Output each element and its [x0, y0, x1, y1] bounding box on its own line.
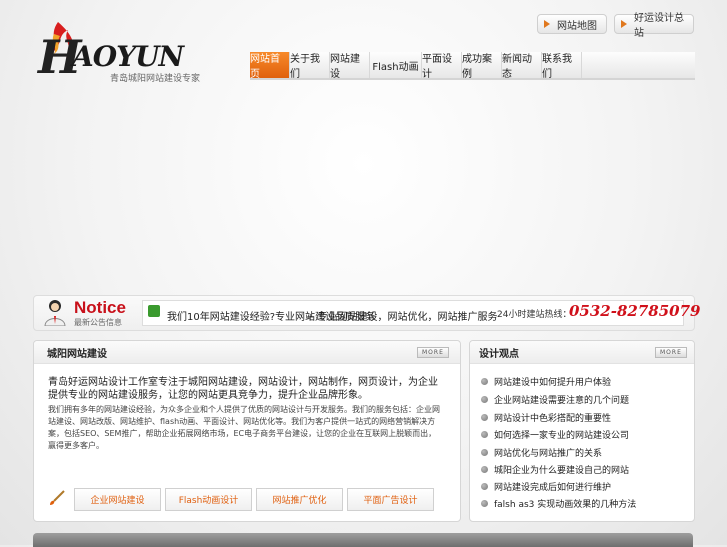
sitemap-button[interactable]: 网站地图: [537, 14, 607, 34]
list-item-label: 城阳企业为什么要建设自己的网站: [494, 466, 630, 476]
nav-about[interactable]: 关于我们: [290, 52, 330, 80]
main-site-label: 好运设计总站: [634, 13, 684, 39]
person-icon: [44, 300, 66, 326]
list-item-label: falsh as3 实现动画效果的几种方法: [494, 500, 637, 510]
more-button[interactable]: MORE: [417, 347, 449, 358]
arrow-right-icon: [621, 20, 627, 28]
list-item[interactable]: 网站建设完成后如何进行维护: [481, 480, 611, 493]
list-item-label: 网站优化与网站推广的关系: [494, 449, 603, 459]
nav-home[interactable]: 网站首页: [250, 52, 290, 80]
bullet-icon: [481, 449, 488, 456]
panel-intro-text: 青岛好运网站设计工作室专注于城阳网站建设，网站设计，网站制作，网页设计，为企业提…: [48, 377, 438, 401]
nav-contact[interactable]: 联系我们: [542, 52, 582, 80]
nav-flash[interactable]: Flash动画: [370, 52, 422, 78]
service-button[interactable]: Flash动画设计: [165, 488, 252, 511]
bullet-icon: [481, 483, 488, 490]
nav-graphic[interactable]: 平面设计: [422, 52, 462, 80]
notice-subtitle: 最新公告信息: [74, 318, 122, 327]
list-item[interactable]: 如何选择一家专业的网站建设公司: [481, 428, 629, 441]
notice-title: Notice: [74, 298, 126, 317]
list-item-label: 如何选择一家专业的网站建设公司: [494, 431, 630, 441]
list-item[interactable]: falsh as3 实现动画效果的几种方法: [481, 497, 636, 510]
bullet-icon: [481, 396, 488, 403]
nav-web-build[interactable]: 网站建设: [330, 52, 370, 80]
service-button[interactable]: 网站推广优化: [256, 488, 343, 511]
list-item[interactable]: 企业网站建设需要注意的几个问题: [481, 393, 629, 406]
logo-wordmark: AOYUN: [72, 40, 184, 73]
list-item-label: 网站建设中如何提升用户体验: [494, 378, 612, 388]
panel-title: 设计观点: [479, 349, 519, 360]
list-item[interactable]: 城阳企业为什么要建设自己的网站: [481, 463, 629, 476]
notice-item[interactable]: + 专业网站建设，网站优化，网站推广服务: [306, 308, 498, 323]
sitemap-label: 网站地图: [557, 20, 597, 32]
list-item[interactable]: 网站建设中如何提升用户体验: [481, 375, 611, 388]
bullet-icon: [481, 500, 488, 507]
panel-title: 城阳网站建设: [47, 349, 107, 360]
list-item-label: 网站建设完成后如何进行维护: [494, 483, 612, 493]
list-item-label: 企业网站建设需要注意的几个问题: [494, 396, 630, 406]
service-button[interactable]: 企业网站建设: [74, 488, 161, 511]
bulletin-icon: [148, 305, 160, 317]
main-site-button[interactable]: 好运设计总站: [614, 13, 694, 39]
nav-cases[interactable]: 成功案例: [462, 52, 502, 80]
bullet-icon: [481, 378, 488, 385]
list-item[interactable]: 网站优化与网站推广的关系: [481, 446, 602, 459]
panel-body-text: 我们拥有多年的网站建设经验，为众多企业和个人提供了优质的网站设计与开发服务。我们…: [48, 405, 440, 450]
main-nav: 网站首页 关于我们 网站建设 Flash动画 平面设计 成功案例 新闻动态 联系…: [250, 52, 695, 80]
hotline-number: 0532-82785079: [569, 302, 701, 320]
logo-tagline: 青岛城阳网站建设专家: [110, 74, 201, 84]
hotline-label: 24小时建站热线：: [497, 310, 572, 320]
bullet-icon: [481, 414, 488, 421]
more-button[interactable]: MORE: [655, 347, 687, 358]
brush-icon: [50, 490, 65, 505]
bullet-icon: [481, 466, 488, 473]
list-item-label: 网站设计中色彩搭配的重要性: [494, 414, 612, 424]
list-item[interactable]: 网站设计中色彩搭配的重要性: [481, 411, 611, 424]
nav-news[interactable]: 新闻动态: [502, 52, 542, 80]
bullet-icon: [481, 431, 488, 438]
arrow-right-icon: [544, 20, 550, 28]
service-button[interactable]: 平面广告设计: [347, 488, 434, 511]
